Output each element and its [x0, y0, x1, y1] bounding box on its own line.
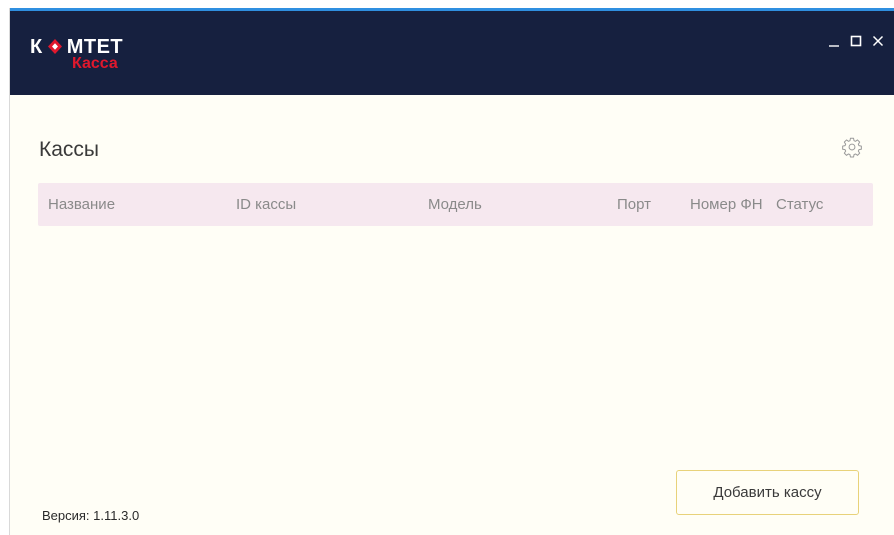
app-window: К МТЕТ Касса Кассы Название ID кассы Мод… [9, 8, 894, 535]
column-header-status[interactable]: Статус [776, 183, 823, 226]
table-header: Название ID кассы Модель Порт Номер ФН С… [38, 183, 873, 226]
column-header-id[interactable]: ID кассы [236, 183, 296, 226]
title-bar: К МТЕТ Касса [10, 8, 894, 95]
column-header-name[interactable]: Название [48, 183, 115, 226]
close-button[interactable] [867, 31, 889, 51]
close-icon [872, 35, 884, 47]
minimize-icon [829, 45, 839, 47]
column-header-port[interactable]: Порт [617, 183, 651, 226]
add-register-button[interactable]: Добавить кассу [676, 470, 859, 515]
komtet-kassa-logo: К МТЕТ Касса [30, 36, 160, 82]
version-value: 1.11.3.0 [93, 508, 140, 523]
gear-icon [842, 137, 862, 158]
column-header-model[interactable]: Модель [428, 183, 482, 226]
logo-o-mark-icon [47, 39, 62, 54]
version-label: Версия: [42, 508, 90, 523]
minimize-button[interactable] [823, 31, 845, 51]
maximize-button[interactable] [845, 31, 867, 51]
logo-sub-text: Касса [72, 55, 118, 72]
window-controls [823, 31, 889, 51]
maximize-icon [850, 35, 862, 47]
settings-button[interactable] [841, 136, 863, 158]
logo-letter-k: К [30, 36, 43, 58]
page-title: Кассы [39, 138, 100, 161]
version-info: Версия: 1.11.3.0 [42, 508, 139, 524]
column-header-fn-number[interactable]: Номер ФН [690, 183, 763, 226]
